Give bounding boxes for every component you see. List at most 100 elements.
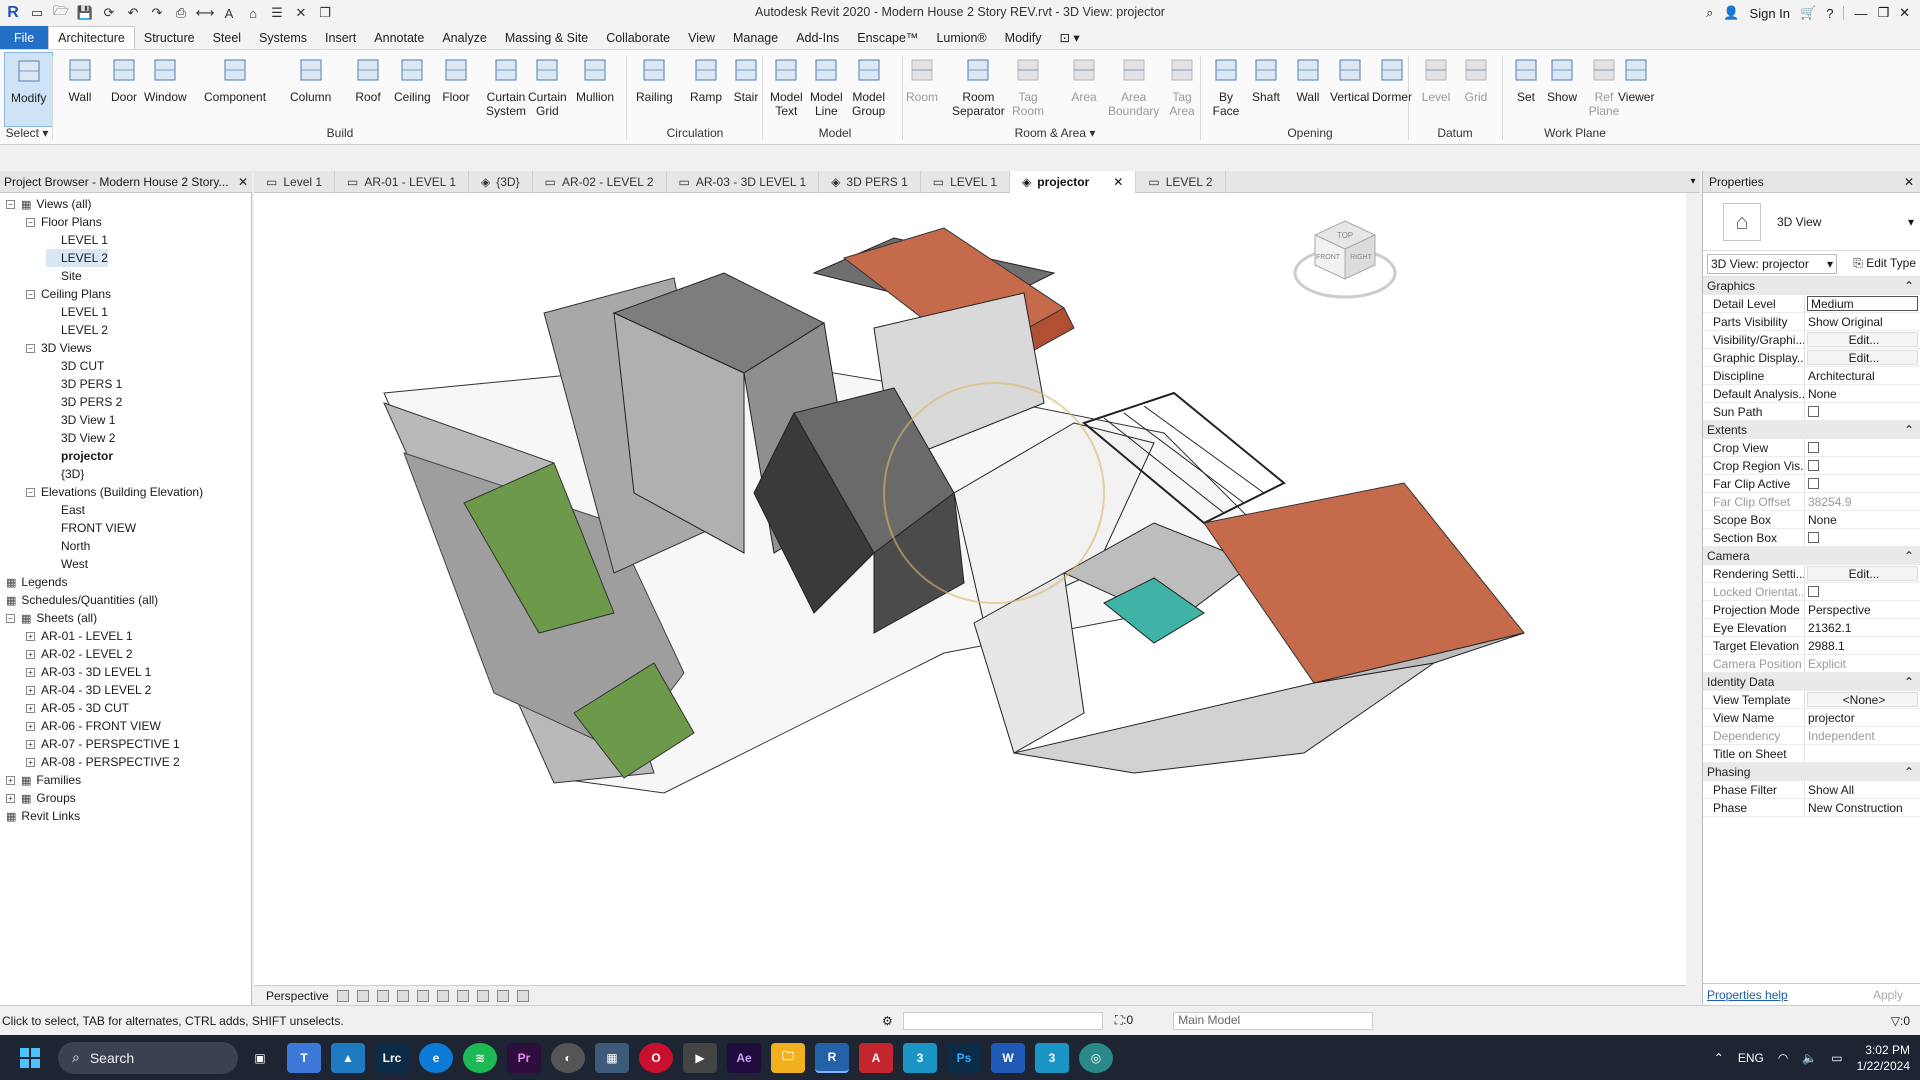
text-icon[interactable]: A (220, 4, 238, 22)
checkbox[interactable] (1808, 586, 1819, 597)
user-icon[interactable]: 👤 (1723, 5, 1739, 21)
task-view-icon[interactable]: ▣ (243, 1043, 277, 1073)
app-icon-explorer[interactable]: 🗀 (771, 1042, 805, 1073)
switch-windows-icon[interactable]: ❐ (316, 4, 334, 22)
ribbon-tool-grid[interactable]: Grid (1460, 52, 1492, 127)
expand-icon[interactable]: + (26, 721, 35, 731)
close-icon[interactable]: ✕ (238, 175, 248, 189)
property-row[interactable]: Rendering Setti... Edit... (1703, 565, 1920, 583)
browser-node[interactable]: 3D View 2 (46, 429, 115, 447)
property-value[interactable]: Show Original (1805, 313, 1920, 330)
ribbon-tool-show[interactable]: Show (1546, 52, 1578, 127)
tab-massing-site[interactable]: Massing & Site (496, 26, 597, 49)
tab-collaborate[interactable]: Collaborate (597, 26, 679, 49)
app-icon-sketchup[interactable]: 3 (1035, 1042, 1069, 1073)
projection-mode-label[interactable]: Perspective (266, 989, 329, 1003)
expand-icon[interactable]: − (26, 487, 35, 497)
app-icon-globe[interactable]: ◎ (1079, 1042, 1113, 1073)
app-icon-word[interactable]: W (991, 1042, 1025, 1073)
ribbon-tool-model-text[interactable]: Model Text (770, 52, 803, 127)
default-3d-view-icon[interactable]: ⌂ (244, 4, 262, 22)
filter-count[interactable]: ▽:0 (1891, 1014, 1910, 1028)
collapse-icon[interactable]: ⌃ (1904, 675, 1914, 689)
view-tab[interactable]: ▭ Level 1 (254, 171, 336, 193)
tab-analyze[interactable]: Analyze (433, 26, 495, 49)
property-row[interactable]: Parts Visibility Show Original (1703, 313, 1920, 331)
browser-node[interactable]: 3D PERS 2 (46, 393, 122, 411)
worksets-icon[interactable]: ⚙ (882, 1014, 893, 1028)
save-icon[interactable]: 💾 (76, 4, 94, 22)
checkbox[interactable] (1808, 460, 1819, 471)
app-icon-autocad[interactable]: A (859, 1042, 893, 1073)
ribbon-tool-by-face[interactable]: By Face (1210, 52, 1242, 127)
browser-node[interactable]: −3D Views (26, 339, 91, 357)
ribbon-tool-tag-area[interactable]: Tag Area (1166, 52, 1198, 127)
ribbon-tool-set[interactable]: Set (1510, 52, 1542, 127)
ribbon-tool-dormer[interactable]: Dormer (1372, 52, 1412, 127)
property-value[interactable]: Medium (1807, 296, 1918, 311)
property-row[interactable]: Graphic Display... Edit... (1703, 349, 1920, 367)
browser-node[interactable]: + ▦ Families (6, 771, 81, 789)
expand-icon[interactable]: + (26, 685, 35, 695)
property-group[interactable]: Camera ⌃ (1703, 547, 1920, 565)
browser-node[interactable]: ▦ Schedules/Quantities (all) (6, 591, 158, 609)
view-tab[interactable]: ◈ 3D PERS 1 (819, 171, 921, 193)
browser-node[interactable]: ▦ Revit Links (6, 807, 80, 825)
checkbox[interactable] (1808, 532, 1819, 543)
temp-hide-icon[interactable] (476, 989, 489, 1002)
app-icon-3dsmax[interactable]: 3 (903, 1042, 937, 1073)
tab-annotate[interactable]: Annotate (365, 26, 433, 49)
expand-icon[interactable]: − (6, 199, 15, 209)
browser-node[interactable]: + AR-08 - PERSPECTIVE 2 (26, 753, 180, 771)
checkbox[interactable] (1808, 406, 1819, 417)
property-row[interactable]: Sun Path (1703, 403, 1920, 421)
property-value[interactable]: Perspective (1805, 601, 1920, 618)
type-selector[interactable]: ⌂ 3D View ▾ (1703, 193, 1920, 251)
ribbon-tool-component[interactable]: Component (204, 52, 266, 127)
expand-icon[interactable]: + (6, 775, 15, 785)
measure-icon[interactable]: ⟷ (196, 4, 215, 22)
ribbon-tool-area-boundary[interactable]: Area Boundary (1108, 52, 1159, 127)
shadows-icon[interactable] (376, 989, 389, 1002)
render-icon[interactable] (396, 989, 409, 1002)
expand-icon[interactable]: + (26, 757, 35, 767)
property-row[interactable]: Projection Mode Perspective (1703, 601, 1920, 619)
open-icon[interactable]: ▭ (28, 4, 46, 22)
app-icon-opera[interactable]: O (639, 1042, 673, 1073)
ribbon-tool-ref-plane[interactable]: Ref Plane (1588, 52, 1620, 127)
worksharing-icon[interactable] (516, 989, 529, 1002)
property-row[interactable]: Visibility/Graphi... Edit... (1703, 331, 1920, 349)
tab-structure[interactable]: Structure (135, 26, 204, 49)
property-group[interactable]: Phasing ⌃ (1703, 763, 1920, 781)
view-tab[interactable]: ▭ LEVEL 2 (1136, 171, 1226, 193)
property-value[interactable]: Explicit (1805, 655, 1920, 672)
property-row[interactable]: Far Clip Active (1703, 475, 1920, 493)
property-value[interactable]: Edit... (1807, 350, 1918, 365)
tab-lumion[interactable]: Lumion® (927, 26, 995, 49)
property-value[interactable]: Edit... (1807, 332, 1918, 347)
property-row[interactable]: Eye Elevation 21362.1 (1703, 619, 1920, 637)
property-row[interactable]: Title on Sheet (1703, 745, 1920, 763)
chevron-down-icon[interactable]: ▾ (1908, 215, 1914, 229)
browser-node[interactable]: + AR-01 - LEVEL 1 (26, 627, 133, 645)
property-value[interactable]: Architectural (1805, 367, 1920, 384)
edit-type-button[interactable]: ⎘ Edit Type (1853, 256, 1916, 271)
ribbon-tool-ramp[interactable]: Ramp (690, 52, 722, 127)
restore-button[interactable]: ❐ (1877, 5, 1889, 21)
property-row[interactable]: Detail Level Medium (1703, 295, 1920, 313)
app-icon-premiere[interactable]: Pr (507, 1042, 541, 1073)
property-value[interactable]: Edit... (1807, 566, 1918, 581)
app-icon-photoshop[interactable]: Ps (947, 1042, 981, 1073)
cart-icon[interactable]: 🛒 (1800, 5, 1816, 21)
browser-node[interactable]: LEVEL 1 (46, 303, 108, 321)
ribbon-tool-viewer[interactable]: Viewer (1618, 52, 1654, 127)
sun-path-icon[interactable] (356, 989, 369, 1002)
expand-icon[interactable]: + (26, 739, 35, 749)
collapse-icon[interactable]: ⌃ (1904, 279, 1914, 293)
workset-dropdown[interactable] (902, 1011, 1103, 1030)
browser-node[interactable]: − Floor Plans (26, 213, 102, 231)
volume-icon[interactable]: 🔈 (1802, 1051, 1817, 1065)
app-icon-after-effects[interactable]: Ae (727, 1042, 761, 1073)
ribbon-tool-area[interactable]: Area (1068, 52, 1100, 127)
browser-node[interactable]: − ▦ Sheets (all) (6, 609, 97, 627)
